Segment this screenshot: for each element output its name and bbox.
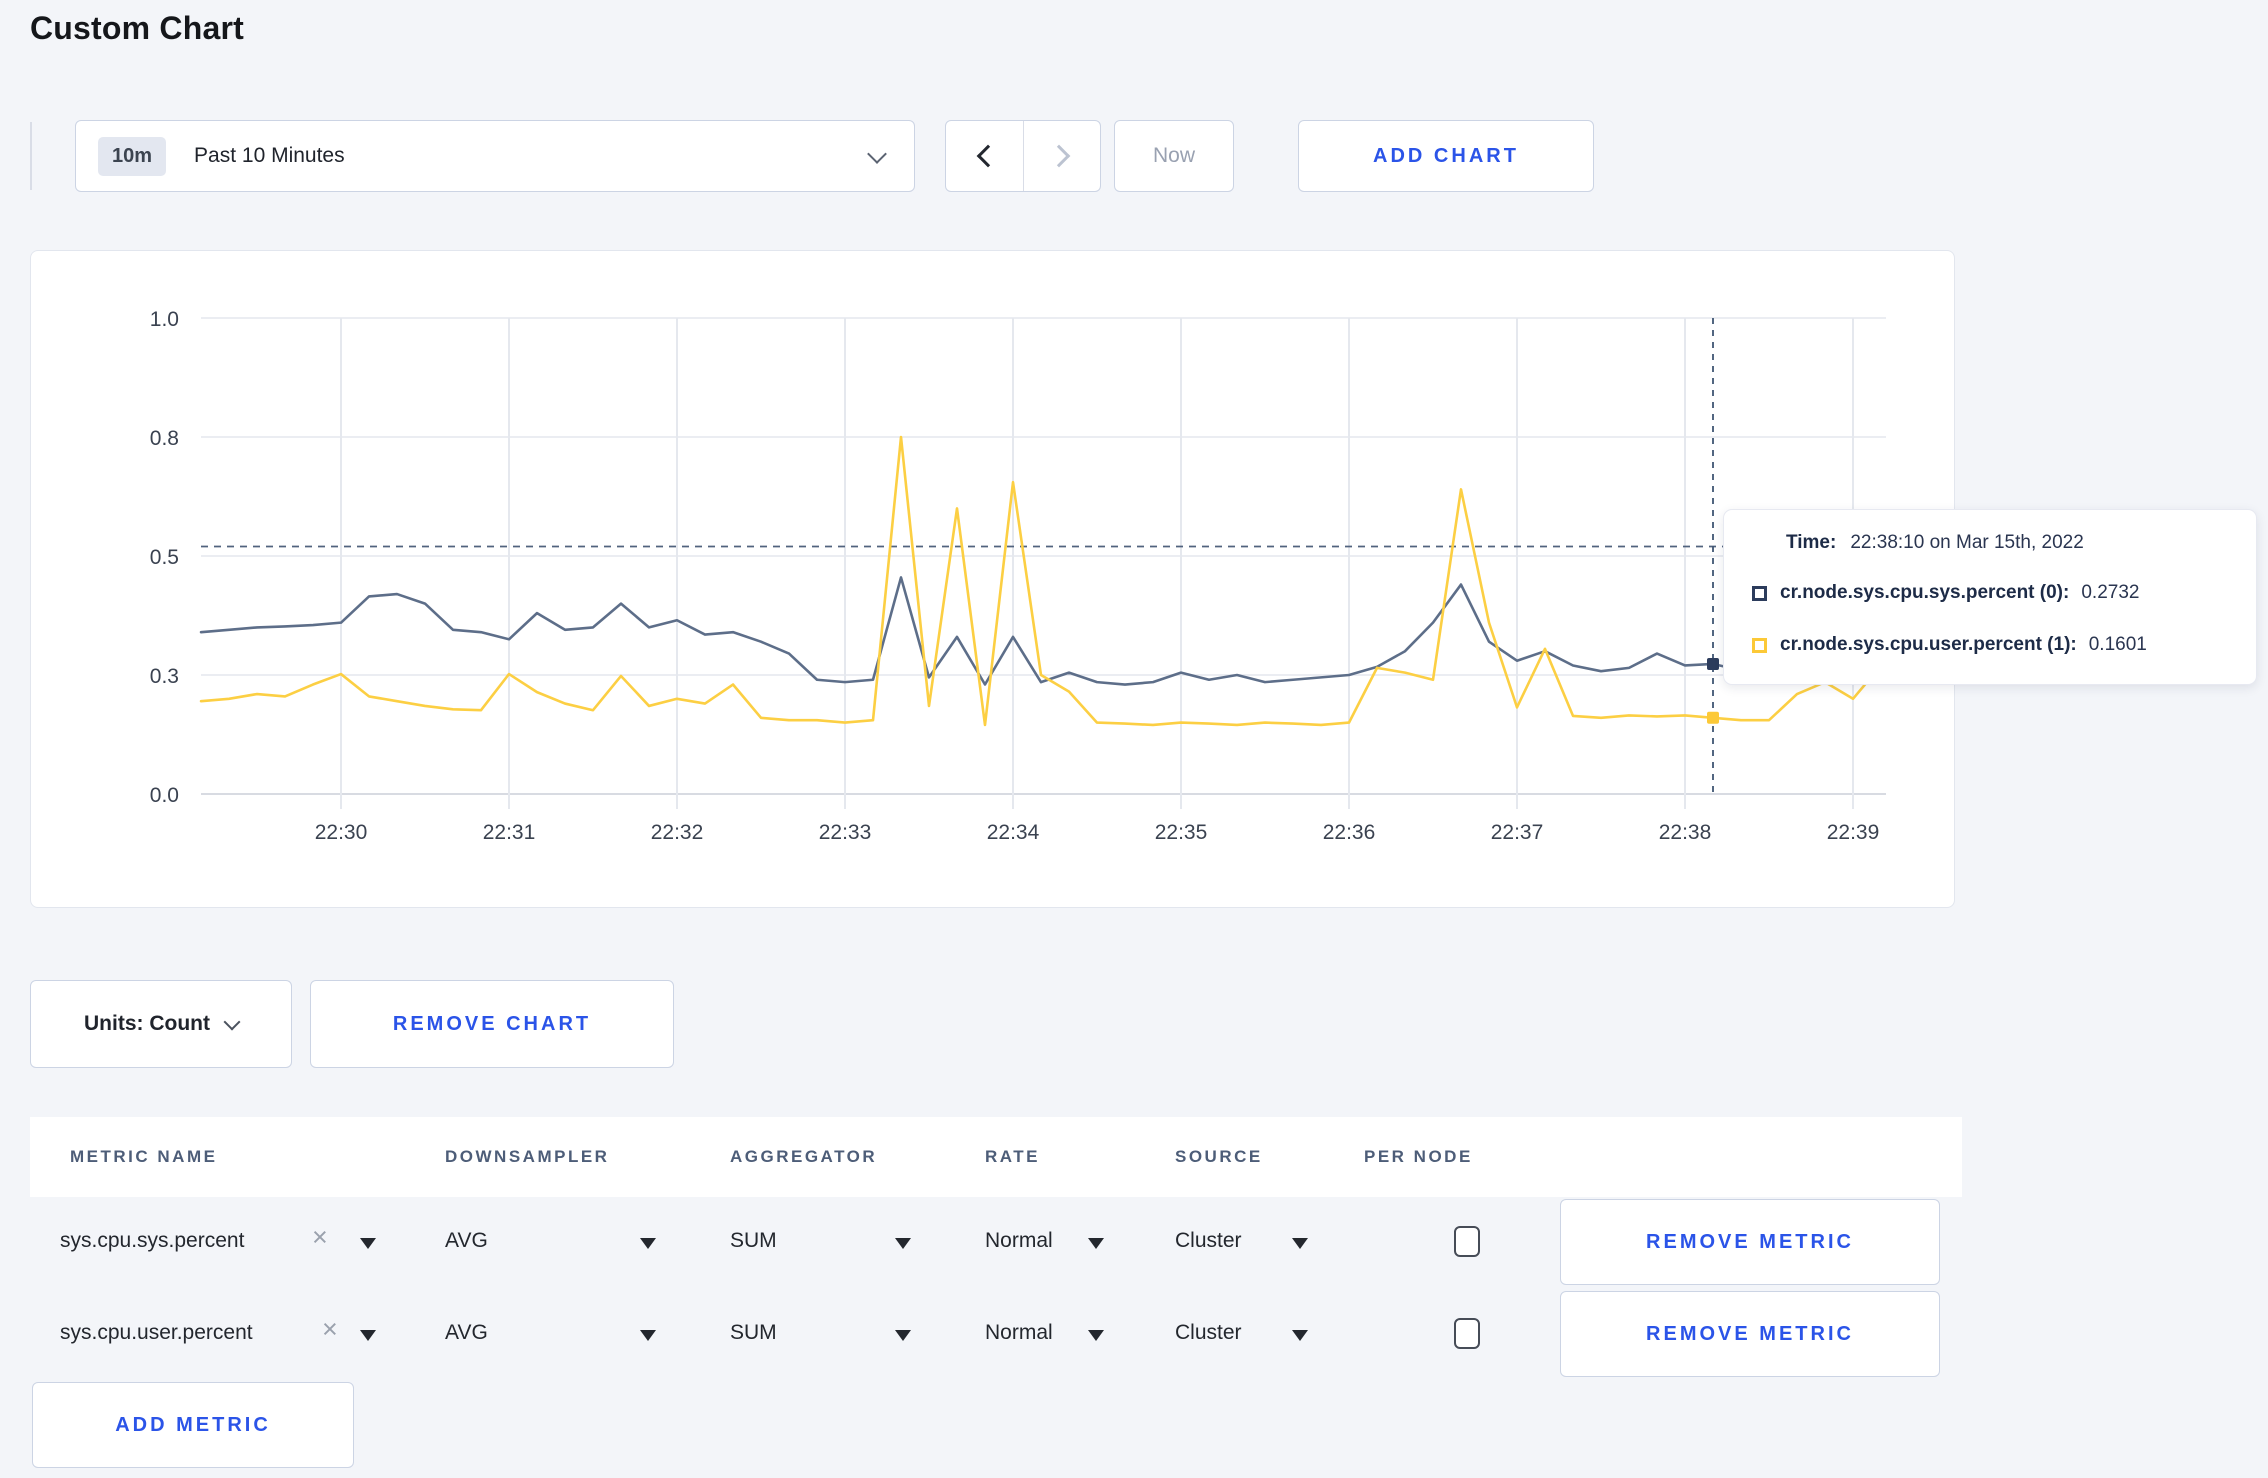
sys-series-swatch-icon	[1752, 585, 1767, 601]
time-step-button-group	[945, 120, 1101, 192]
step-back-button[interactable]	[946, 121, 1023, 191]
add-metric-button[interactable]: ADD METRIC	[32, 1382, 354, 1468]
add-chart-button[interactable]: ADD CHART	[1298, 120, 1594, 192]
tooltip-series-label: cr.node.sys.cpu.user.percent (1):	[1780, 634, 2077, 655]
source-caret-icon[interactable]	[1292, 1238, 1308, 1249]
source-select[interactable]: Cluster	[1175, 1321, 1242, 1345]
column-header-per-node: PER NODE	[1364, 1147, 1473, 1166]
column-header-rate: RATE	[985, 1147, 1041, 1166]
svg-text:22:31: 22:31	[483, 821, 536, 844]
svg-text:22:36: 22:36	[1323, 821, 1376, 844]
tooltip-series-label: cr.node.sys.cpu.sys.percent (0):	[1780, 582, 2070, 603]
step-forward-button[interactable]	[1023, 121, 1100, 191]
metric-table-row: sys.cpu.user.percent × AVG SUM Normal Cl…	[30, 1288, 1962, 1380]
chart-card: 0.0 0.3 0.5 0.8 1.0 22:30 22:31 22:32 22:33 22:34…	[30, 250, 1955, 908]
time-window-badge: 10m	[98, 136, 167, 176]
svg-text:22:33: 22:33	[819, 821, 872, 844]
metric-table-row: sys.cpu.sys.percent × AVG SUM Normal Clu…	[30, 1196, 1962, 1288]
downsampler-select[interactable]: AVG	[445, 1321, 488, 1345]
tooltip-time-value: 22:38:10 on Mar 15th, 2022	[1850, 532, 2084, 553]
chevron-down-icon	[867, 144, 887, 164]
remove-chart-button[interactable]: REMOVE CHART	[310, 980, 674, 1068]
svg-text:0.5: 0.5	[150, 546, 179, 569]
clear-metric-icon[interactable]: ×	[312, 1224, 328, 1251]
tooltip-series-value: 0.1601	[2088, 634, 2147, 655]
metrics-table-header: METRIC NAME DOWNSAMPLER AGGREGATOR RATE …	[30, 1117, 1962, 1197]
chevron-left-icon	[976, 144, 999, 168]
svg-text:22:32: 22:32	[651, 821, 704, 844]
page-title: Custom Chart	[30, 10, 244, 46]
units-label: Units: Count	[84, 1012, 210, 1035]
rate-select[interactable]: Normal	[985, 1229, 1053, 1253]
now-button[interactable]: Now	[1114, 120, 1234, 192]
user-series-swatch-icon	[1752, 637, 1767, 653]
metric-dropdown-caret-icon[interactable]	[360, 1238, 376, 1249]
rate-select[interactable]: Normal	[985, 1321, 1053, 1345]
aggregator-select[interactable]: SUM	[730, 1229, 777, 1253]
rate-caret-icon[interactable]	[1088, 1330, 1104, 1341]
tooltip-series-value: 0.2732	[2081, 582, 2140, 603]
clear-metric-icon[interactable]: ×	[322, 1316, 338, 1343]
column-header-aggregator: AGGREGATOR	[730, 1147, 878, 1166]
per-node-checkbox[interactable]	[1454, 1318, 1480, 1349]
svg-text:22:35: 22:35	[1155, 821, 1208, 844]
svg-text:1.0: 1.0	[150, 308, 179, 331]
svg-text:0.3: 0.3	[150, 665, 179, 688]
chevron-down-icon	[223, 1013, 241, 1031]
rate-caret-icon[interactable]	[1088, 1238, 1104, 1249]
aggregator-caret-icon[interactable]	[895, 1330, 911, 1341]
per-node-checkbox[interactable]	[1454, 1226, 1480, 1257]
svg-text:22:38: 22:38	[1659, 821, 1712, 844]
metric-name-value[interactable]: sys.cpu.sys.percent	[60, 1229, 244, 1253]
remove-metric-button[interactable]: REMOVE METRIC	[1560, 1199, 1940, 1285]
chart-hover-tooltip: Time: 22:38:10 on Mar 15th, 2022 cr.node.…	[1723, 509, 2257, 685]
remove-metric-button[interactable]: REMOVE METRIC	[1560, 1291, 1940, 1377]
metric-dropdown-caret-icon[interactable]	[360, 1330, 376, 1341]
cpu-percent-chart[interactable]: 0.0 0.3 0.5 0.8 1.0 22:30 22:31 22:32 22:33 22:34…	[31, 251, 1953, 906]
downsampler-caret-icon[interactable]	[640, 1330, 656, 1341]
aggregator-caret-icon[interactable]	[895, 1238, 911, 1249]
metric-name-value[interactable]: sys.cpu.user.percent	[60, 1321, 253, 1345]
svg-text:22:30: 22:30	[315, 821, 368, 844]
svg-text:0.8: 0.8	[150, 427, 179, 450]
column-header-source: SOURCE	[1175, 1147, 1263, 1166]
tooltip-series-row: cr.node.sys.cpu.sys.percent (0): 0.2732	[1752, 582, 2139, 604]
svg-text:22:37: 22:37	[1491, 821, 1544, 844]
time-window-label: Past 10 Minutes	[194, 144, 345, 167]
tooltip-time-label: Time:	[1786, 532, 1837, 553]
tooltip-series-row: cr.node.sys.cpu.user.percent (1): 0.1601	[1752, 634, 2147, 656]
downsampler-select[interactable]: AVG	[445, 1229, 488, 1253]
svg-text:22:34: 22:34	[987, 821, 1040, 844]
svg-text:22:39: 22:39	[1827, 821, 1880, 844]
column-header-metric-name: METRIC NAME	[70, 1147, 218, 1166]
column-header-downsampler: DOWNSAMPLER	[445, 1147, 610, 1166]
tooltip-time-row: Time: 22:38:10 on Mar 15th, 2022	[1786, 532, 2084, 554]
source-select[interactable]: Cluster	[1175, 1229, 1242, 1253]
aggregator-select[interactable]: SUM	[730, 1321, 777, 1345]
downsampler-caret-icon[interactable]	[640, 1238, 656, 1249]
svg-text:0.0: 0.0	[150, 784, 179, 807]
units-dropdown[interactable]: Units: Count	[30, 980, 292, 1068]
chevron-right-icon	[1047, 144, 1071, 168]
source-caret-icon[interactable]	[1292, 1330, 1308, 1341]
toolbar-left-divider	[30, 122, 32, 190]
time-range-dropdown[interactable]: 10m Past 10 Minutes	[75, 120, 915, 192]
